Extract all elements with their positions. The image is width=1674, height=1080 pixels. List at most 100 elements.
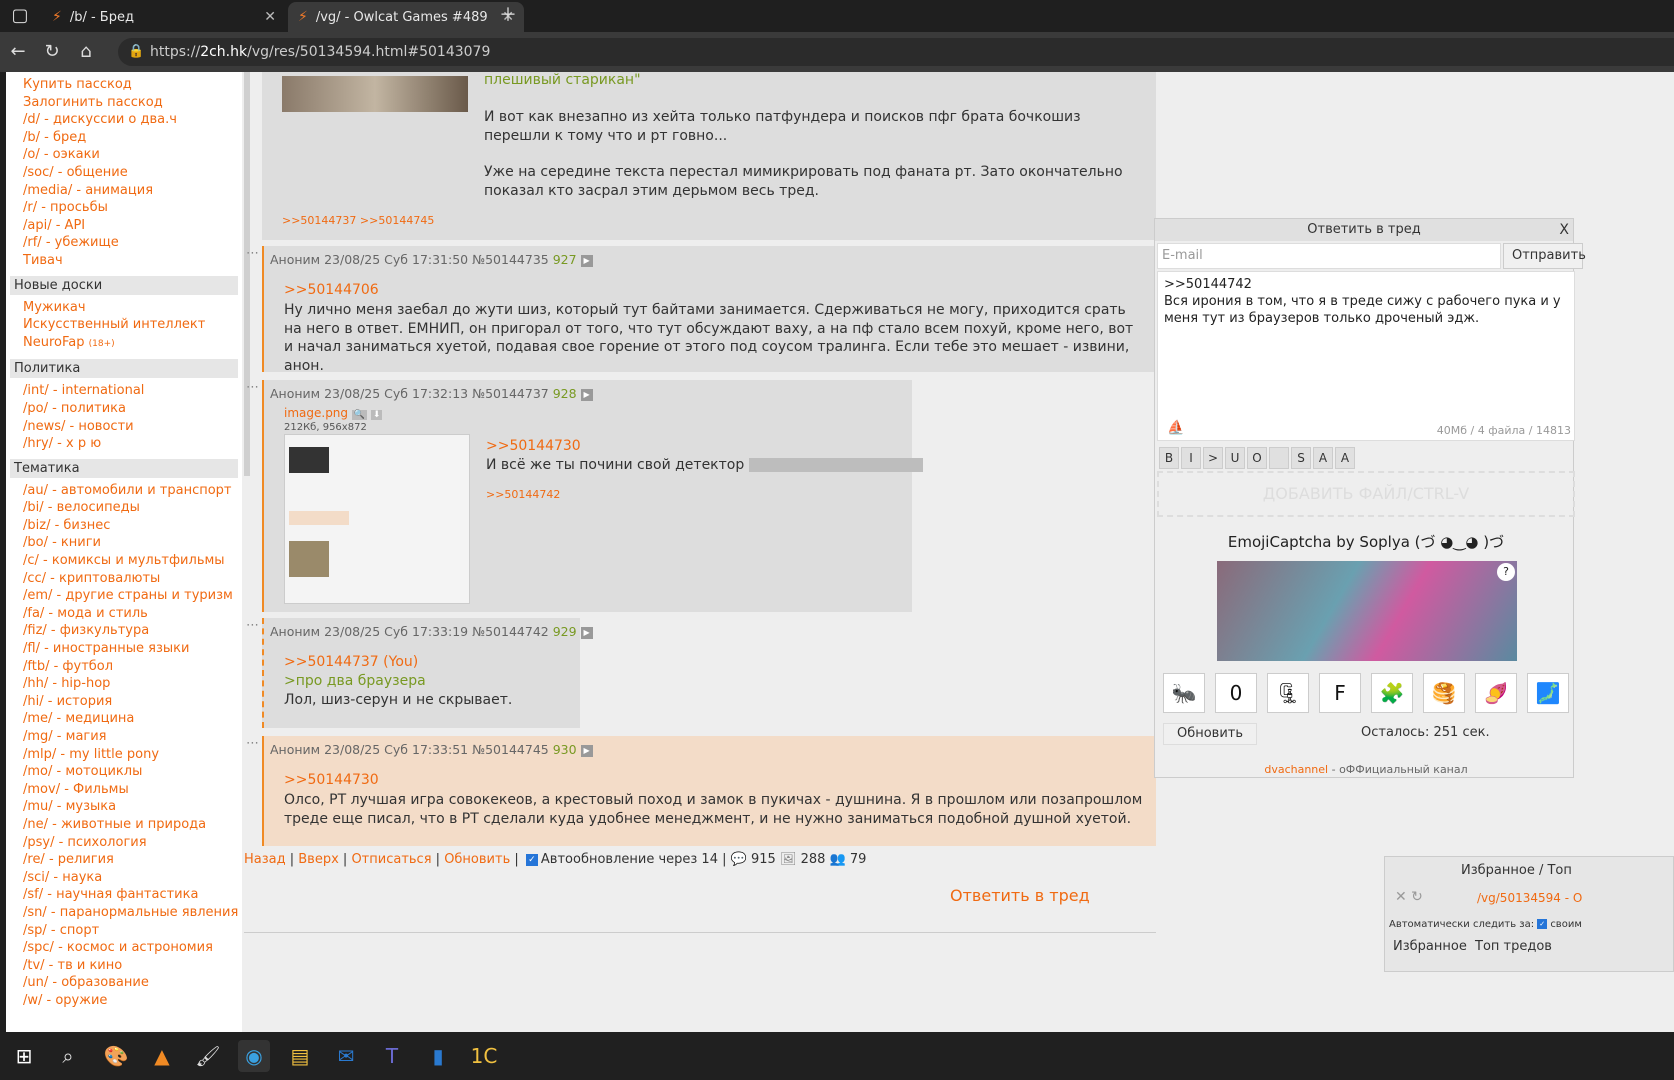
reply-link[interactable]: >>50144737 (You) bbox=[284, 654, 418, 670]
post-image[interactable] bbox=[284, 434, 470, 604]
sidebar-link[interactable]: /fiz/ - физкультура bbox=[6, 622, 242, 640]
captcha-emoji-button[interactable]: 🗜 bbox=[1267, 673, 1309, 713]
captcha-emoji-button[interactable]: 🥞 bbox=[1423, 673, 1465, 713]
sidebar-link[interactable]: /sn/ - паранормальные явления bbox=[6, 904, 242, 922]
format-button[interactable] bbox=[1269, 447, 1289, 469]
file-dropzone[interactable]: ДОБАВИТЬ ФАЙЛ/CTRL-V bbox=[1157, 471, 1575, 517]
sidebar-link[interactable]: /w/ - оружие bbox=[6, 992, 242, 1010]
paint-icon[interactable]: 🎨 bbox=[100, 1040, 132, 1072]
top-threads-tab[interactable]: Топ тредов bbox=[1475, 939, 1552, 954]
sidebar-link[interactable]: /b/ - бред bbox=[6, 129, 242, 147]
format-button[interactable]: U bbox=[1225, 447, 1245, 469]
sidebar-link[interactable]: Купить пасскод bbox=[6, 76, 242, 94]
sidebar-link[interactable]: /hi/ - история bbox=[6, 693, 242, 711]
close-icon[interactable]: ✕ bbox=[264, 9, 276, 25]
sidebar-link[interactable]: /hry/ - х р ю bbox=[6, 435, 242, 453]
sail-icon[interactable]: ⛵ bbox=[1167, 420, 1184, 436]
sidebar-link[interactable]: /re/ - религия bbox=[6, 851, 242, 869]
play-icon[interactable]: ▶ bbox=[580, 744, 593, 757]
spoiler[interactable] bbox=[748, 458, 923, 472]
post-number[interactable]: 930 bbox=[553, 742, 577, 757]
sidebar-link[interactable]: /po/ - политика bbox=[6, 400, 242, 418]
sidebar-link[interactable]: /tv/ - тв и кино bbox=[6, 957, 242, 975]
teams-icon[interactable]: T bbox=[376, 1040, 408, 1072]
sidebar-link[interactable]: /cc/ - криптовалюты bbox=[6, 570, 242, 588]
new-tab-icon[interactable]: ＋ bbox=[496, 4, 520, 28]
sidebar-link[interactable]: /ftb/ - футбол bbox=[6, 658, 242, 676]
back-link[interactable]: Назад bbox=[244, 852, 286, 867]
sidebar-scrollbar[interactable] bbox=[244, 72, 250, 476]
1c-icon[interactable]: 1C bbox=[468, 1040, 500, 1072]
sidebar-link[interactable]: Искусственный интеллект bbox=[6, 316, 242, 334]
play-icon[interactable]: ▶ bbox=[580, 254, 593, 267]
reply-thread-link[interactable]: Ответить в тред bbox=[950, 886, 1090, 905]
search-icon[interactable]: 🔍 bbox=[351, 410, 368, 420]
captcha-emoji-button[interactable]: 🍠 bbox=[1475, 673, 1517, 713]
autoupdate-checkbox[interactable]: ✓ bbox=[525, 853, 538, 866]
play-icon[interactable]: ▶ bbox=[580, 388, 593, 401]
sidebar-link[interactable]: /ne/ - животные и природа bbox=[6, 816, 242, 834]
captcha-emoji-button[interactable]: 🧩 bbox=[1371, 673, 1413, 713]
post-number[interactable]: 927 bbox=[553, 252, 577, 267]
sidebar-link[interactable]: /sf/ - научная фантастика bbox=[6, 886, 242, 904]
tab-b[interactable]: ⚡ /b/ - Бред ✕ bbox=[42, 2, 286, 32]
back-arrow-icon[interactable]: ← bbox=[6, 40, 30, 64]
sidebar-link[interactable]: /d/ - дискуссии о два.ч bbox=[6, 111, 242, 129]
sidebar-link[interactable]: /rf/ - убежище bbox=[6, 234, 242, 252]
edge-icon[interactable]: ◉ bbox=[238, 1040, 270, 1072]
sidebar-link[interactable]: Мужикач bbox=[6, 299, 242, 317]
up-link[interactable]: Вверх bbox=[298, 852, 339, 867]
play-icon[interactable]: ▶ bbox=[580, 626, 593, 639]
sidebar-link[interactable]: /mu/ - музыка bbox=[6, 798, 242, 816]
sidebar-link[interactable]: /mg/ - магия bbox=[6, 728, 242, 746]
close-icon[interactable]: X bbox=[1559, 219, 1569, 241]
search-icon[interactable]: ⌕ bbox=[52, 1040, 84, 1072]
sidebar-link[interactable]: /soc/ - общение bbox=[6, 164, 242, 182]
comment-textarea[interactable]: >>50144742 Вся ирония в том, что я в тре… bbox=[1157, 271, 1575, 441]
close-icon[interactable]: ✕ ↻ bbox=[1395, 889, 1423, 905]
reply-link[interactable]: >>50144730 bbox=[284, 772, 379, 788]
outlook-icon[interactable]: ✉ bbox=[330, 1040, 362, 1072]
home-icon[interactable]: ⌂ bbox=[74, 40, 98, 64]
folder-icon[interactable]: ▤ bbox=[284, 1040, 316, 1072]
sidebar-link[interactable]: /un/ - образование bbox=[6, 974, 242, 992]
sidebar-link[interactable]: /o/ - оэкаки bbox=[6, 146, 242, 164]
send-button[interactable]: Отправить bbox=[1503, 243, 1586, 269]
post-menu-icon[interactable]: ⋯ bbox=[246, 246, 259, 261]
sidebar-link-neurofap[interactable]: NeuroFap (18+) bbox=[6, 334, 242, 354]
captcha-emoji-button[interactable]: F bbox=[1319, 673, 1361, 713]
sidebar-link[interactable]: /biz/ - бизнес bbox=[6, 517, 242, 535]
sidebar-link[interactable]: /mlp/ - my little pony bbox=[6, 746, 242, 764]
sidebar-link[interactable]: /r/ - просьбы bbox=[6, 199, 242, 217]
captcha-emoji-button[interactable]: 🐜 bbox=[1163, 673, 1205, 713]
reply-form-title[interactable]: Ответить в тред X bbox=[1155, 219, 1573, 241]
sidebar-link[interactable]: /fa/ - мода и стиль bbox=[6, 605, 242, 623]
format-button[interactable]: O bbox=[1247, 447, 1267, 469]
sidebar-link[interactable]: /psy/ - психология bbox=[6, 834, 242, 852]
windows-start-icon[interactable]: ⊞ bbox=[8, 1040, 40, 1072]
format-button[interactable]: A bbox=[1335, 447, 1355, 469]
sidebar-link[interactable]: /bi/ - велосипеды bbox=[6, 499, 242, 517]
sidebar-link[interactable]: /hh/ - hip-hop bbox=[6, 675, 242, 693]
sidebar-link[interactable]: /spc/ - космос и астрономия bbox=[6, 939, 242, 957]
sidebar-link[interactable]: /em/ - другие страны и туризм bbox=[6, 587, 242, 605]
post-menu-icon[interactable]: ⋯ bbox=[246, 380, 259, 395]
sidebar-link[interactable]: /me/ - медицина bbox=[6, 710, 242, 728]
sidebar-link[interactable]: /media/ - анимация bbox=[6, 182, 242, 200]
download-icon[interactable]: ⬇ bbox=[370, 410, 383, 420]
favorites-header[interactable]: Избранное / Топ bbox=[1461, 863, 1572, 878]
channel-link[interactable]: dvachannel bbox=[1264, 763, 1328, 776]
sidebar-link[interactable]: /api/ - API bbox=[6, 217, 242, 235]
post-menu-icon[interactable]: ⋯ bbox=[246, 618, 259, 633]
sidebar-link[interactable]: Залогинить пасскод bbox=[6, 94, 242, 112]
format-button[interactable]: A bbox=[1313, 447, 1333, 469]
email-field[interactable]: E-mail bbox=[1157, 243, 1501, 269]
favorites-tab[interactable]: Избранное bbox=[1393, 939, 1467, 954]
sidebar-link[interactable]: /bo/ - книги bbox=[6, 534, 242, 552]
format-button[interactable]: B bbox=[1159, 447, 1179, 469]
unsubscribe-link[interactable]: Отписаться bbox=[351, 852, 431, 867]
captcha-emoji-button[interactable]: 0 bbox=[1215, 673, 1257, 713]
post-number[interactable]: 929 bbox=[553, 624, 577, 639]
sidebar-link[interactable]: Тивач bbox=[6, 252, 242, 270]
sidebar-link[interactable]: /mov/ - Фильмы bbox=[6, 781, 242, 799]
